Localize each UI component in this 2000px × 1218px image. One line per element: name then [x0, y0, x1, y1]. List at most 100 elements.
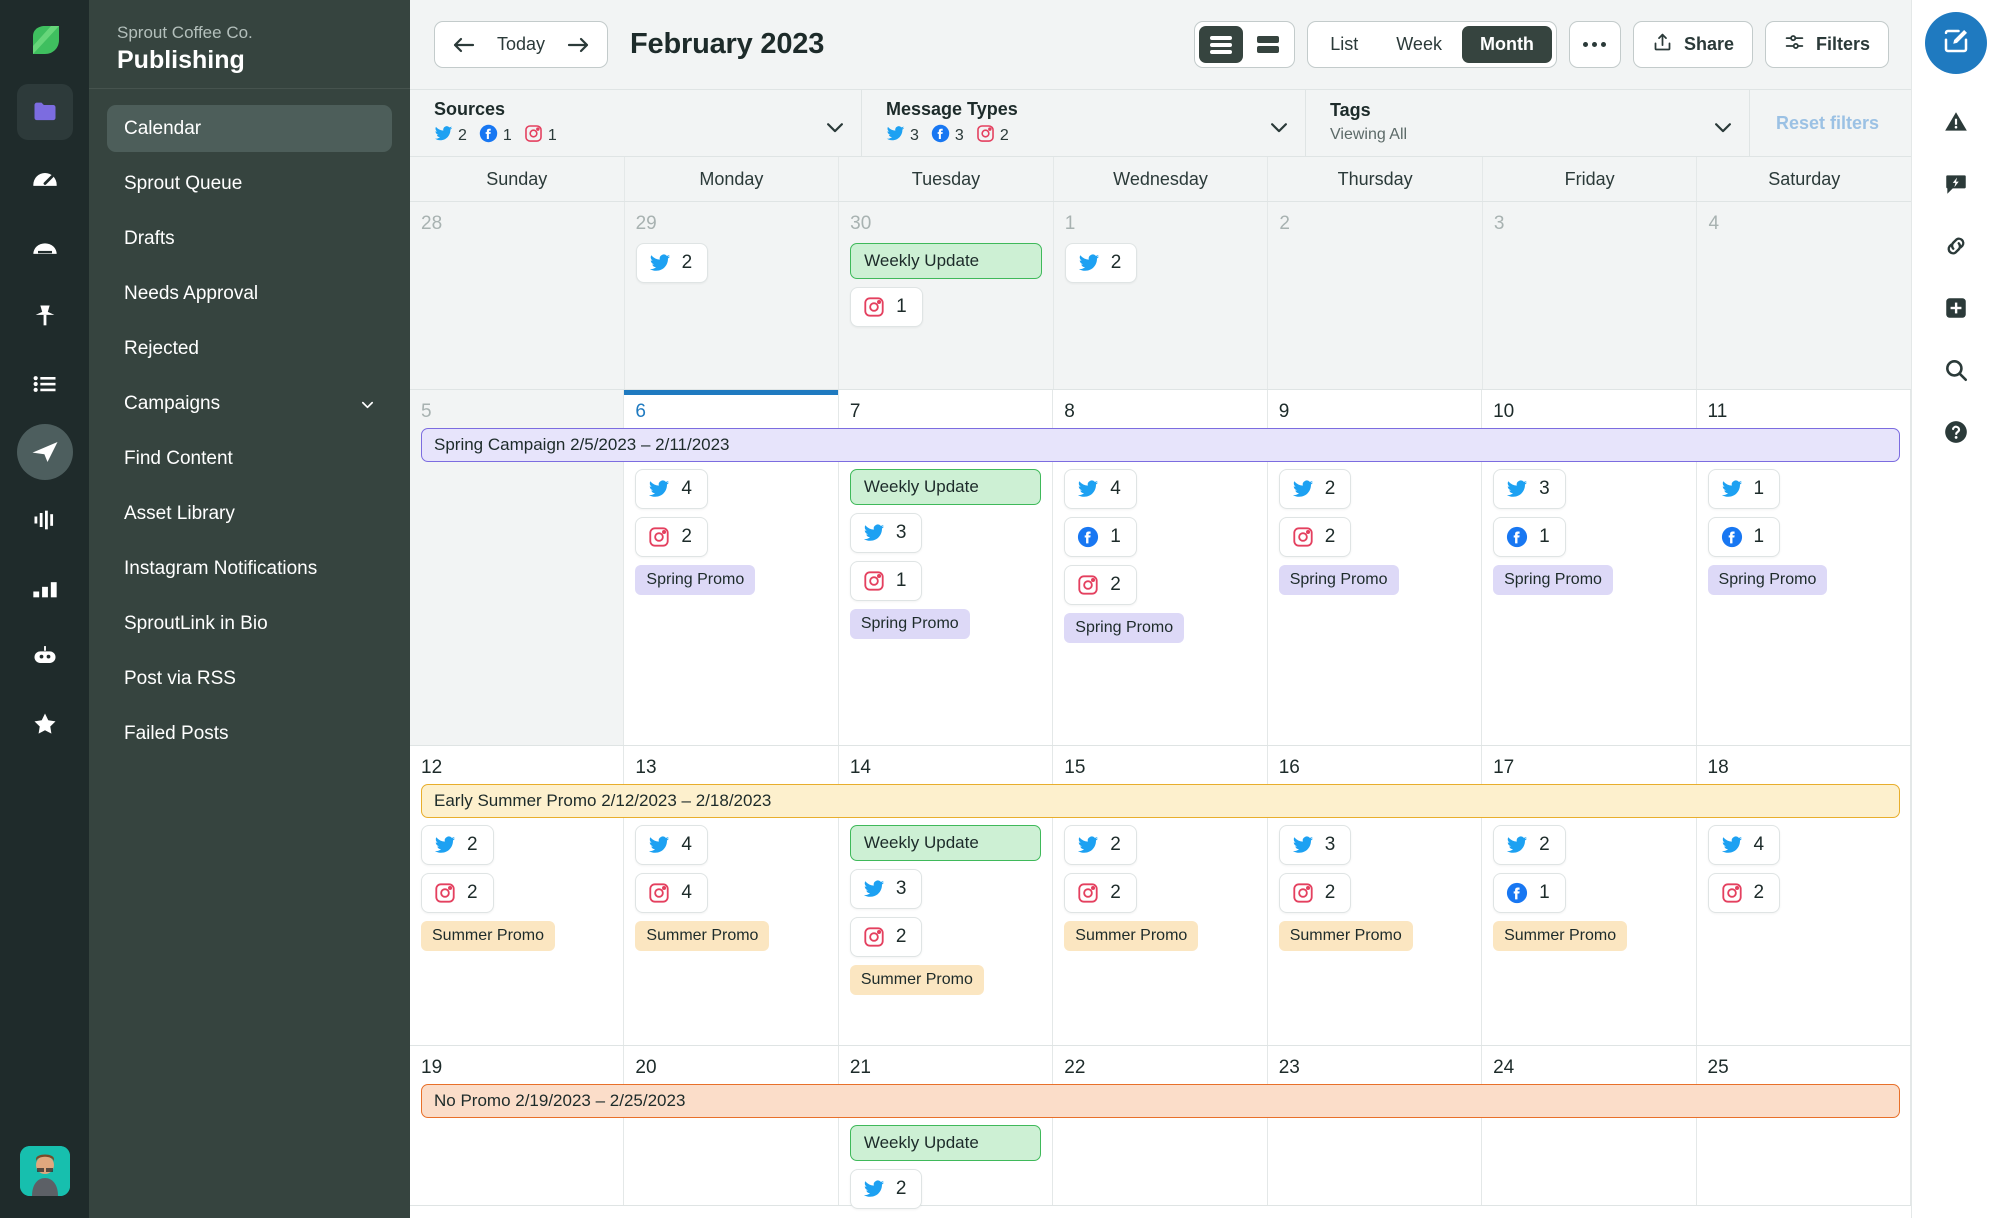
weekly-update-event[interactable]: Weekly Update	[849, 825, 1042, 861]
rail-item-list[interactable]	[17, 356, 73, 412]
campaign-tag[interactable]: Spring Promo	[1064, 613, 1185, 643]
campaign-tag[interactable]: Spring Promo	[849, 609, 970, 639]
arrow-right-icon[interactable]	[565, 35, 591, 55]
post-count-twitter[interactable]: 3	[849, 869, 923, 909]
campaign-tag[interactable]: Spring Promo	[1707, 565, 1828, 595]
calendar-day-cell[interactable]: 23	[1268, 1046, 1483, 1205]
calendar-day-cell[interactable]: 29 2	[624, 202, 840, 389]
calendar-day-cell[interactable]: 24	[1482, 1046, 1697, 1205]
post-count-twitter[interactable]: 2	[635, 243, 709, 283]
calendar-day-cell[interactable]: 4	[1697, 202, 1911, 389]
sidebar-item-instagram-notifications[interactable]: Instagram Notifications	[107, 545, 392, 592]
calendar-day-cell[interactable]: 21 Weekly Update 2	[839, 1046, 1054, 1209]
share-button[interactable]: Share	[1632, 21, 1753, 68]
campaign-tag[interactable]: Spring Promo	[1493, 565, 1613, 595]
sidebar-item-rejected[interactable]: Rejected	[107, 325, 392, 372]
calendar-day-cell[interactable]: 19	[410, 1046, 625, 1205]
post-count-instagram[interactable]: 2	[1278, 517, 1352, 557]
post-count-twitter[interactable]: 3	[1493, 469, 1566, 509]
calendar-day-cell[interactable]: 28	[410, 202, 625, 389]
calendar-day-cell[interactable]: 2	[1268, 202, 1483, 389]
view-mode-month[interactable]: Month	[1461, 26, 1552, 63]
post-count-instagram[interactable]: 2	[1278, 873, 1352, 913]
sidebar-item-calendar[interactable]: Calendar	[107, 105, 392, 152]
campaign-tag[interactable]: Summer Promo	[635, 921, 770, 951]
chevron-down-icon[interactable]	[1268, 116, 1287, 132]
post-count-twitter[interactable]: 1	[1707, 469, 1781, 509]
post-count-instagram[interactable]: 1	[849, 561, 923, 601]
link-icon[interactable]	[1936, 226, 1976, 266]
calendar-day-cell[interactable]: 25	[1697, 1046, 1911, 1205]
rail-item-dashboard[interactable]	[17, 152, 73, 208]
post-count-twitter[interactable]: 2	[1064, 825, 1137, 865]
calendar-day-cell[interactable]: 20	[624, 1046, 839, 1205]
sidebar-item-failed-posts[interactable]: Failed Posts	[107, 710, 392, 757]
plus-square-icon[interactable]	[1936, 288, 1976, 328]
sidebar-item-needs-approval[interactable]: Needs Approval	[107, 270, 392, 317]
campaign-tag[interactable]: Summer Promo	[1064, 921, 1199, 951]
rail-item-pin[interactable]	[17, 288, 73, 344]
weekly-update-event[interactable]: Weekly Update	[849, 469, 1042, 505]
more-options-button[interactable]	[1568, 21, 1621, 68]
sidebar-item-campaigns[interactable]: Campaigns	[107, 380, 392, 427]
post-count-twitter[interactable]: 3	[1278, 825, 1352, 865]
lightning-chat-icon[interactable]	[1936, 164, 1976, 204]
view-mode-list[interactable]: List	[1312, 26, 1376, 63]
post-count-twitter[interactable]: 2	[1493, 825, 1566, 865]
today-button[interactable]: Today	[497, 34, 545, 55]
post-count-twitter[interactable]: 2	[1278, 469, 1352, 509]
sidebar-item-asset-library[interactable]: Asset Library	[107, 490, 392, 537]
user-avatar[interactable]	[19, 1146, 70, 1196]
post-count-facebook[interactable]: 1	[1493, 873, 1566, 913]
calendar-day-cell[interactable]: 12	[1053, 202, 1269, 389]
compose-button[interactable]	[1925, 12, 1987, 74]
rail-item-inbox[interactable]	[17, 220, 73, 276]
filters-button[interactable]: Filters	[1764, 21, 1889, 68]
post-count-twitter[interactable]: 3	[849, 513, 923, 553]
density-compact-button[interactable]	[1246, 26, 1290, 63]
post-count-twitter[interactable]: 4	[635, 469, 708, 509]
calendar-day-cell[interactable]: 30 Weekly Update 1	[839, 202, 1054, 389]
search-icon[interactable]	[1936, 350, 1976, 390]
density-dense-button[interactable]	[1199, 26, 1244, 63]
post-count-facebook[interactable]: 1	[1707, 517, 1781, 557]
post-count-twitter[interactable]: 2	[849, 1169, 923, 1209]
help-circle-icon[interactable]	[1936, 412, 1976, 452]
rail-item-folder[interactable]	[16, 84, 73, 140]
weekly-update-event[interactable]: Weekly Update	[849, 1125, 1042, 1161]
post-count-twitter[interactable]: 4	[1707, 825, 1781, 865]
post-count-instagram[interactable]: 2	[1064, 565, 1137, 605]
campaign-tag[interactable]: Summer Promo	[849, 965, 984, 995]
post-count-instagram[interactable]: 2	[849, 917, 923, 957]
post-count-facebook[interactable]: 1	[1064, 517, 1137, 557]
filter-tags[interactable]: Tags Viewing All	[1306, 90, 1750, 156]
post-count-twitter[interactable]: 4	[635, 825, 708, 865]
rail-item-listening[interactable]	[17, 492, 73, 548]
post-count-instagram[interactable]: 2	[1064, 873, 1137, 913]
post-count-instagram[interactable]: 2	[1707, 873, 1781, 913]
campaign-tag[interactable]: Spring Promo	[635, 565, 756, 595]
chevron-down-icon[interactable]	[1712, 116, 1731, 132]
arrow-left-icon[interactable]	[451, 35, 477, 55]
view-mode-week[interactable]: Week	[1378, 26, 1460, 63]
campaign-banner[interactable]: Spring Campaign 2/5/2023 – 2/11/2023	[421, 428, 1900, 462]
sidebar-item-find-content[interactable]: Find Content	[107, 435, 392, 482]
campaign-tag[interactable]: Summer Promo	[421, 921, 556, 951]
campaign-tag[interactable]: Spring Promo	[1278, 565, 1399, 595]
calendar-day-cell[interactable]: 22	[1053, 1046, 1268, 1205]
post-count-twitter[interactable]: 4	[1064, 469, 1137, 509]
post-count-twitter[interactable]: 2	[1064, 243, 1138, 283]
filter-message-types[interactable]: Message Types 3 3 2	[862, 90, 1306, 156]
post-count-facebook[interactable]: 1	[1493, 517, 1566, 557]
post-count-instagram[interactable]: 2	[421, 873, 494, 913]
rail-item-reports[interactable]	[17, 560, 73, 616]
post-count-twitter[interactable]: 2	[421, 825, 494, 865]
post-count-instagram[interactable]: 1	[850, 287, 923, 327]
chevron-down-icon[interactable]	[824, 116, 843, 132]
rail-item-publishing[interactable]	[16, 424, 73, 480]
post-count-instagram[interactable]: 2	[635, 517, 708, 557]
calendar-day-cell[interactable]: 3	[1482, 202, 1698, 389]
post-count-instagram[interactable]: 4	[635, 873, 708, 913]
reset-filters-button[interactable]: Reset filters	[1750, 90, 1905, 156]
sidebar-item-sprout-queue[interactable]: Sprout Queue	[107, 160, 392, 207]
